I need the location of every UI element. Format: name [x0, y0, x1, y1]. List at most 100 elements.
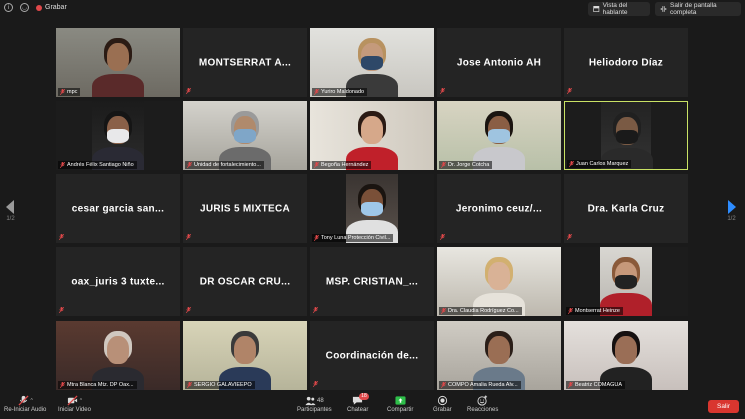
security-shield-icon[interactable]: ◡ [20, 3, 29, 12]
video-feed [437, 101, 561, 170]
muted-mic-icon [441, 308, 446, 314]
video-options-caret-icon[interactable]: ^ [80, 398, 82, 404]
share-screen-icon [395, 396, 406, 405]
participant-name-tile[interactable]: Coordinación de... [310, 321, 434, 390]
participant-video-tile[interactable]: SERGIO GALAVIEEPO [183, 321, 307, 390]
participant-video-tile[interactable]: Tony Luna Protección Civil... [310, 174, 434, 243]
participant-display-name: MONTSERRAT A... [198, 57, 292, 68]
muted-mic-icon [314, 235, 319, 241]
face-mask [361, 56, 383, 70]
participant-video-tile[interactable]: Unidad de fortalecimiento... [183, 101, 307, 170]
muted-mic-icon [186, 88, 191, 94]
next-page-button[interactable]: 1/2 [727, 200, 736, 222]
participant-name-label: COMPO Amalia Rueda Alv... [439, 381, 521, 389]
video-feed [437, 247, 561, 316]
face-mask [361, 202, 383, 216]
muted-mic-icon [186, 234, 191, 240]
participant-video-tile[interactable]: Dra. Claudia Rodríguez Co... [437, 247, 561, 316]
participant-name-tile[interactable]: DR OSCAR CRU... [183, 247, 307, 316]
participant-name-tile[interactable]: Heliodoro Díaz [564, 28, 688, 97]
video-feed [310, 174, 434, 243]
restart-audio-button[interactable]: ^ Re-Iniciar Audio [4, 394, 46, 413]
participant-name-tile[interactable]: cesar garcia san... [56, 174, 180, 243]
page-indicator-right: 1/2 [727, 216, 736, 222]
reactions-button[interactable]: Reacciones [467, 394, 498, 413]
participant-name-tile[interactable]: Jeronimo ceuz/... [437, 174, 561, 243]
record-icon [437, 395, 447, 406]
participant-name-tile[interactable]: Jose Antonio AH [437, 28, 561, 97]
participant-name: COMPO Amalia Rueda Alv... [448, 382, 518, 388]
participants-label: Participantes [297, 407, 332, 413]
speaker-view-label: Vista del hablante [602, 2, 628, 16]
leave-meeting-button[interactable]: Salir [708, 400, 739, 413]
video-feed [564, 321, 688, 390]
participant-video-tile[interactable]: Mtra Blanca Mtz. DP Oax... [56, 321, 180, 390]
video-feed [56, 321, 180, 390]
participant-video-tile[interactable]: Begoña Hernández [310, 101, 434, 170]
participant-display-name: Jose Antonio AH [456, 57, 542, 68]
muted-mic-icon [441, 382, 446, 388]
face-mask [234, 129, 256, 143]
participant-name-tile[interactable]: MONTSERRAT A... [183, 28, 307, 97]
participant-name-label: Dr. Jorge Cotcha [439, 161, 493, 169]
participant-name-tile[interactable]: JURIS 5 MIXTECA [183, 174, 307, 243]
participant-name-tile[interactable]: Dra. Karla Cruz [564, 174, 688, 243]
person-face [488, 336, 510, 364]
participant-display-name: DR OSCAR CRU... [199, 276, 291, 287]
chevron-left-icon [6, 200, 14, 214]
muted-mic-icon [186, 307, 191, 313]
video-feed [565, 102, 687, 169]
participant-name-label: Mtra Blanca Mtz. DP Oax... [58, 381, 137, 389]
record-label: Grabar [433, 407, 452, 413]
participant-name: Tony Luna Protección Civil... [321, 235, 391, 241]
chat-button[interactable]: 18 Chatear [347, 393, 369, 413]
participant-display-name: Jeronimo ceuz/... [455, 203, 543, 214]
video-feed [56, 28, 180, 97]
muted-mic-icon [314, 162, 319, 168]
participant-name: Andrés Félix Santiago Niño [67, 162, 134, 168]
participant-name-label: Juan Carlos Marquez [567, 160, 632, 168]
muted-mic-icon [60, 89, 65, 95]
participants-button[interactable]: 48 Participantes [297, 394, 332, 413]
audio-options-caret-icon[interactable]: ^ [31, 398, 33, 404]
exit-fullscreen-label: Salir de pantalla completa [670, 2, 717, 16]
participant-video-tile[interactable]: Andrés Félix Santiago Niño [56, 101, 180, 170]
record-dot-icon [36, 4, 42, 11]
participant-name: Mtra Blanca Mtz. DP Oax... [67, 382, 134, 388]
muted-mic-icon [440, 88, 445, 94]
recording-indicator: Grabar [36, 4, 67, 11]
record-button[interactable]: Grabar [433, 394, 452, 413]
participant-video-tile[interactable]: Beatriz COMAGUA [564, 321, 688, 390]
participant-name-tile[interactable]: oax_juris 3 tuxte... [56, 247, 180, 316]
person-face [361, 116, 383, 144]
start-video-button[interactable]: ^ Iniciar Video [58, 394, 91, 413]
share-screen-button[interactable]: Compartir [387, 394, 413, 413]
face-mask [615, 275, 637, 289]
prev-page-button[interactable]: 1/2 [6, 200, 15, 222]
participant-display-name: cesar garcia san... [71, 203, 165, 214]
recording-label: Grabar [45, 4, 67, 11]
leave-label: Salir [716, 403, 730, 410]
participant-video-tile[interactable]: Juan Carlos Marquez [564, 101, 688, 170]
participant-name-tile[interactable]: MSP. CRISTIAN_... [310, 247, 434, 316]
muted-mic-icon [440, 234, 445, 240]
participant-video-tile[interactable]: Dr. Jorge Cotcha [437, 101, 561, 170]
participant-name: Juan Carlos Marquez [576, 161, 629, 167]
speaker-view-button[interactable]: Vista del hablante [588, 2, 650, 16]
participant-video-tile[interactable]: mpc [56, 28, 180, 97]
person-face [107, 43, 129, 71]
chat-label: Chatear [347, 407, 369, 413]
participant-video-tile[interactable]: COMPO Amalia Rueda Alv... [437, 321, 561, 390]
page-indicator-left: 1/2 [6, 216, 15, 222]
person-face [488, 262, 510, 290]
info-icon[interactable]: i [4, 3, 13, 12]
muted-mic-icon [567, 88, 572, 94]
participants-count: 48 [317, 397, 324, 404]
exit-fullscreen-button[interactable]: Salir de pantalla completa [655, 2, 741, 16]
restart-audio-label: Re-Iniciar Audio [4, 407, 47, 413]
participant-video-tile[interactable]: Yuriro Maldonado [310, 28, 434, 97]
participant-name: mpc [67, 89, 78, 95]
participant-video-tile[interactable]: Montserrat Heinze [564, 247, 688, 316]
reactions-label: Reacciones [467, 407, 499, 413]
participant-name-label: Dra. Claudia Rodríguez Co... [439, 307, 522, 315]
